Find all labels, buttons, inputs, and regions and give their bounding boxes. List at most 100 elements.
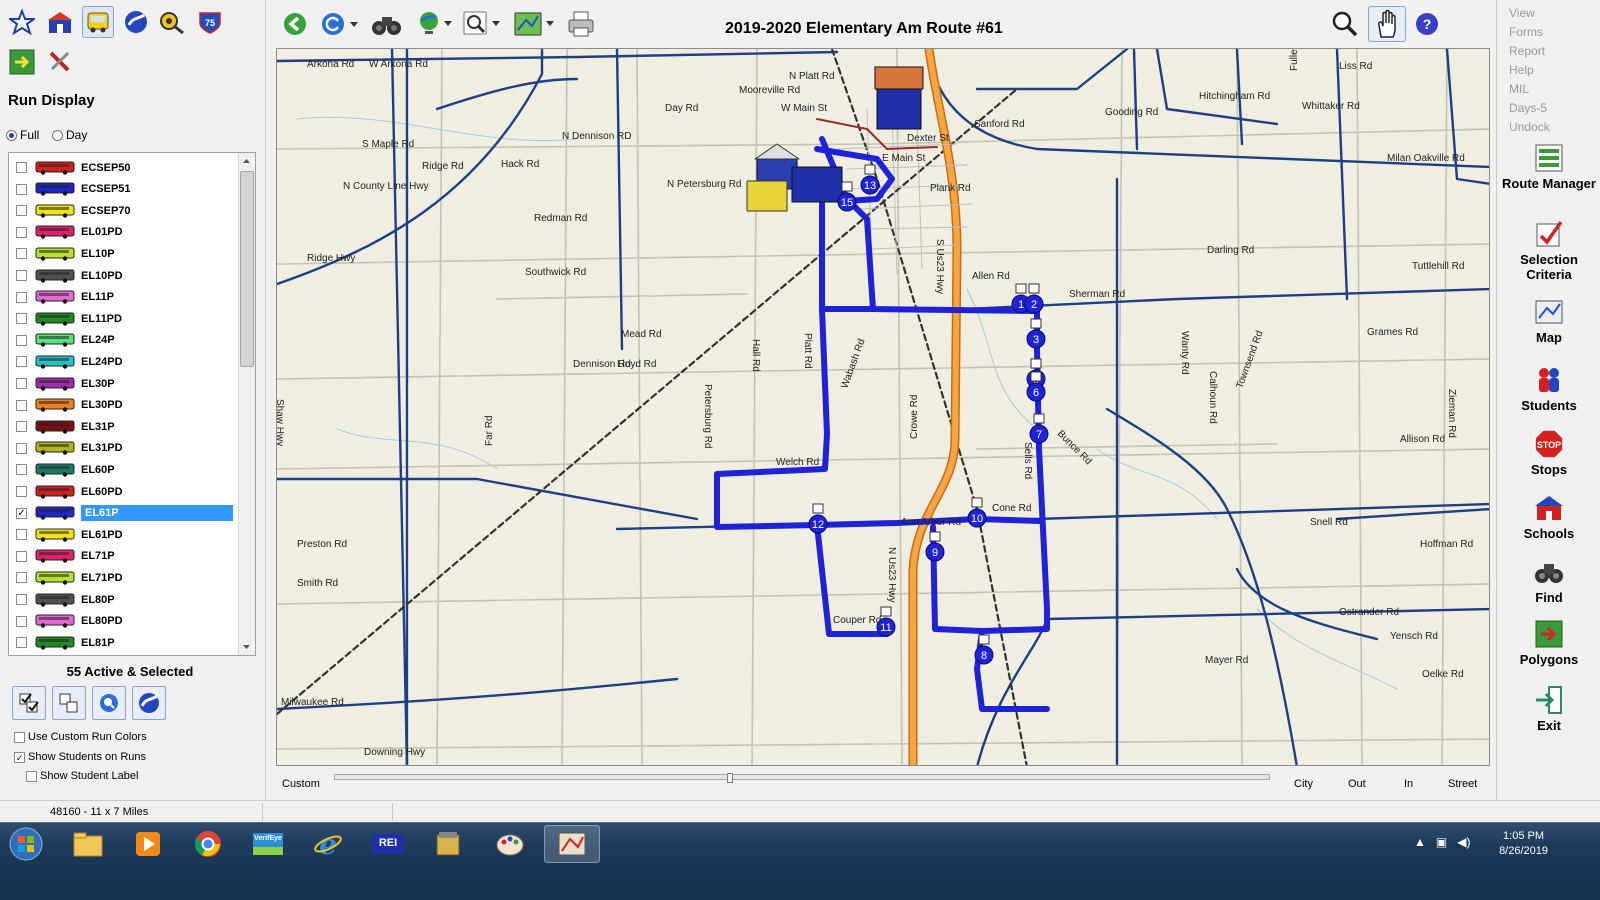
zoom-tool-button[interactable] [1326,6,1364,42]
run-checkbox[interactable] [16,421,27,433]
run-checkbox[interactable] [16,550,27,562]
menu-days[interactable]: Days-5 [1509,101,1547,115]
refresh-button[interactable] [320,8,360,40]
globe-runs-button[interactable] [132,686,166,720]
run-checkbox[interactable] [16,248,27,260]
checkbox[interactable]: ✓ [14,751,25,763]
run-list-item[interactable]: EL60PD [9,481,241,502]
run-checkbox[interactable] [16,594,27,605]
run-list-item[interactable]: ECSEP70 [9,200,241,221]
run-checkbox[interactable] [16,226,27,238]
network-icon[interactable]: ▣ [1436,835,1447,849]
custom-colors-option[interactable]: Use Custom Run Colors [14,731,147,743]
schools-button[interactable]: Schools [1497,492,1600,541]
menu-view[interactable]: View [1509,6,1535,20]
run-list-item[interactable]: EL10PD [9,265,241,286]
view-full-radio[interactable]: Full [6,128,39,142]
globe-icon[interactable] [120,6,152,38]
system-clock[interactable]: 1:05 PM 8/26/2019 [1499,829,1548,859]
zoom-out-label[interactable]: Out [1348,778,1366,790]
run-list-item[interactable]: EL31P [9,416,241,437]
run-list-item[interactable]: EL30P [9,373,241,394]
run-list-item[interactable]: EL71PD [9,567,241,588]
find-button[interactable]: Find [1497,556,1600,605]
zoom-slider-thumb[interactable] [727,773,733,783]
run-checkbox[interactable] [16,442,27,454]
view-day-radio[interactable]: Day [52,128,87,142]
tray-expand-icon[interactable]: ▲ [1414,835,1426,849]
map-button[interactable]: Map [1497,296,1600,345]
menu-report[interactable]: Report [1509,44,1545,58]
map-layers-button[interactable] [512,8,556,40]
menu-forms[interactable]: Forms [1509,25,1543,39]
zoom-street-label[interactable]: Street [1448,778,1477,790]
verifeye-taskbar-button[interactable]: VerifEye [240,825,296,863]
menu-mil[interactable]: MIL [1509,82,1529,96]
radio-button[interactable] [6,129,17,141]
stops-button[interactable]: STOP Stops [1497,428,1600,477]
paint-taskbar-button[interactable] [482,825,538,863]
run-list-scrollbar[interactable] [238,153,255,655]
run-list-item[interactable]: EL11PD [9,308,241,329]
exit-button[interactable]: Exit [1497,684,1600,733]
run-checkbox[interactable] [16,378,27,389]
tools-icon[interactable] [44,46,76,78]
menu-help[interactable]: Help [1509,63,1534,77]
globe-dropdown-button[interactable] [414,8,454,40]
run-list-item[interactable]: EL60P [9,459,241,480]
run-list-item[interactable]: EL61PD [9,524,241,545]
app-taskbar-button[interactable] [420,825,476,863]
export-arrow-icon[interactable] [6,46,38,78]
run-checkbox[interactable] [16,615,27,627]
run-checkbox[interactable] [16,162,27,173]
checkbox[interactable] [26,770,37,782]
run-list-item[interactable]: EL31PD [9,438,241,459]
zoom-city-label[interactable]: City [1294,778,1313,790]
run-list-item[interactable]: EL24P [9,330,241,351]
run-list-item[interactable]: EL24PD [9,351,241,372]
media-player-taskbar-button[interactable] [120,825,176,863]
favorites-star-icon[interactable] [6,6,38,38]
run-list-item[interactable]: ECSEP50 [9,157,241,178]
pan-tool-button[interactable] [1368,6,1406,42]
run-checkbox[interactable] [16,486,27,497]
help-button[interactable]: ? [1408,6,1446,42]
run-list-item[interactable]: EL01PD [9,222,241,243]
volume-icon[interactable]: ◀) [1457,835,1470,849]
run-checkbox[interactable] [16,334,27,346]
run-checkbox[interactable] [16,529,27,541]
rei-taskbar-button[interactable]: REI [360,825,416,863]
show-students-option[interactable]: ✓ Show Students on Runs [14,751,146,763]
run-checkbox[interactable] [16,313,27,325]
chrome-taskbar-button[interactable] [180,825,236,863]
routing-app-taskbar-button[interactable] [544,825,600,863]
run-checkbox[interactable] [16,270,27,281]
zoom-dropdown-button[interactable] [462,8,502,40]
run-list-item[interactable]: EL81P [9,632,241,653]
run-list-item[interactable]: EL10P [9,243,241,264]
run-checkbox[interactable] [16,205,27,217]
internet-explorer-taskbar-button[interactable]: e [300,825,356,863]
run-list-item[interactable]: EL71P [9,546,241,567]
students-button[interactable]: Students [1497,364,1600,413]
interstate-shield-icon[interactable]: 75 [194,6,226,38]
bus-view-icon[interactable] [82,6,114,38]
route-manager-button[interactable]: Route Manager [1497,142,1600,191]
radio-button[interactable] [52,129,63,141]
run-checkbox[interactable] [16,356,27,368]
explorer-taskbar-button[interactable] [60,825,116,863]
run-list-item[interactable]: EL80PD [9,611,241,632]
run-list-item[interactable]: EL30PD [9,395,241,416]
find-binoculars-button[interactable] [370,8,404,40]
run-list-item[interactable]: EL80P [9,589,241,610]
run-checkbox[interactable] [16,572,27,584]
scroll-thumb[interactable] [240,171,254,367]
select-all-button[interactable] [12,686,46,720]
run-list-item[interactable]: ECSEP51 [9,179,241,200]
zoom-slider[interactable] [334,773,1270,783]
checkbox[interactable] [14,731,25,743]
run-checkbox[interactable] [16,183,27,195]
run-list[interactable]: ECSEP50 ECSEP51 ECSEP70 EL01PD EL10P EL10PD EL… [8,152,256,656]
show-label-option[interactable]: Show Student Label [26,770,138,782]
polygons-button[interactable]: Polygons [1497,618,1600,667]
